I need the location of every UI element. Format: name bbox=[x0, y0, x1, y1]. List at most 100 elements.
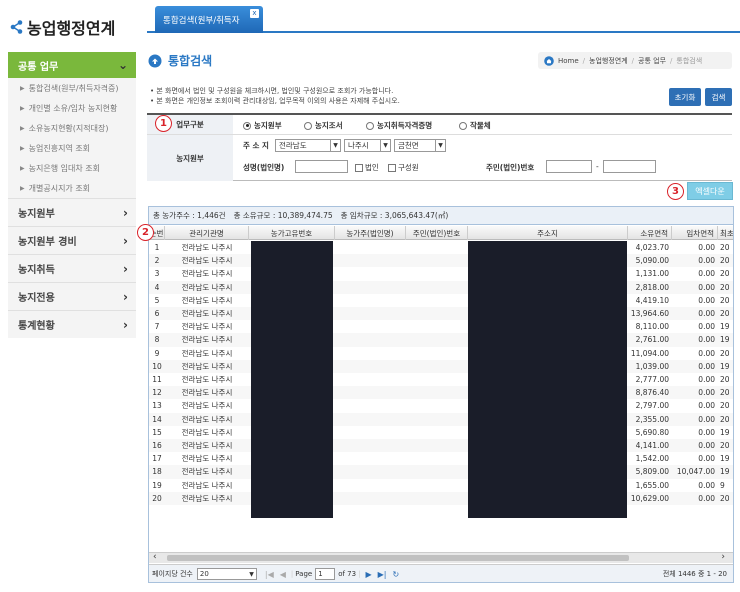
sidebar-subitem-farmland-bank[interactable]: ▶ 농지은행 임대차 조회 bbox=[8, 158, 136, 178]
scroll-right-icon[interactable]: › bbox=[721, 552, 725, 562]
sidebar-subitem-owned-land[interactable]: ▶ 소유농지현황(지적대장) bbox=[8, 118, 136, 138]
table-row[interactable]: 2 전라남도 나주시 5,090.00 0.00 20 bbox=[149, 254, 733, 268]
col-header-agency[interactable]: 관리기관명 bbox=[165, 226, 249, 240]
first-page-icon[interactable]: |◀ bbox=[265, 570, 274, 579]
breadcrumb-item[interactable]: 공통 업무 bbox=[638, 56, 666, 66]
scrollbar-thumb[interactable] bbox=[167, 555, 629, 561]
table-row[interactable]: 6 전라남도 나주시 13,964.60 0.00 20 bbox=[149, 307, 733, 321]
sidebar-subitem-promotion-area[interactable]: ▶ 농업진흥지역 조회 bbox=[8, 138, 136, 158]
radio-label: 농지원부 bbox=[254, 121, 282, 130]
sidebar-subitem-individual-status[interactable]: ▶ 개인별 소유/임차 농지현황 bbox=[8, 98, 136, 118]
corp-checkbox[interactable]: 법인 bbox=[355, 162, 379, 173]
sidebar-menu-farmland-register[interactable]: 농지원부 › bbox=[8, 198, 136, 226]
scroll-left-icon[interactable]: ‹ bbox=[153, 552, 157, 562]
table-row[interactable]: 18 전라남도 나주시 5,809.00 10,047.00 19 bbox=[149, 465, 733, 479]
refresh-icon[interactable]: ↻ bbox=[392, 570, 399, 579]
last-page-icon[interactable]: ▶| bbox=[378, 570, 387, 579]
member-checkbox[interactable]: 구성원 bbox=[388, 162, 419, 173]
radio-crop[interactable]: 작물체 bbox=[459, 120, 491, 131]
radio-farmland-survey[interactable]: 농지조서 bbox=[304, 120, 343, 131]
tab-integrated-search[interactable]: 통합검색(원부/취득자 x bbox=[155, 6, 263, 33]
table-row[interactable]: 17 전라남도 나주시 1,542.00 0.00 19 bbox=[149, 452, 733, 465]
search-button[interactable]: 검색 bbox=[705, 88, 732, 106]
cell-agency: 전라남도 나주시 bbox=[181, 480, 233, 490]
eupmyeon-select[interactable]: 금천면 ▼ bbox=[394, 139, 446, 152]
col-header-farm-id[interactable]: 농가고유번호 bbox=[249, 226, 335, 240]
chevron-down-icon: ⌄ bbox=[117, 58, 128, 72]
reg-number-front-input[interactable] bbox=[546, 160, 592, 173]
cell-first: 19 bbox=[720, 427, 730, 437]
table-row[interactable]: 14 전라남도 나주시 2,355.00 0.00 20 bbox=[149, 412, 733, 426]
table-row[interactable]: 7 전라남도 나주시 8,110.00 0.00 19 bbox=[149, 320, 733, 333]
cell-seq: 3 bbox=[154, 269, 160, 279]
col-header-owner[interactable]: 농가주(법인명) bbox=[335, 226, 406, 240]
marker-1: 1 bbox=[155, 115, 172, 132]
page-input[interactable]: 1 bbox=[315, 568, 336, 580]
form-label-section-text: 농지원부 bbox=[176, 153, 204, 163]
close-icon[interactable]: x bbox=[250, 9, 259, 18]
breadcrumb-item[interactable]: 농업행정연계 bbox=[589, 56, 628, 66]
cell-lease-area: 0.00 bbox=[698, 269, 715, 279]
cell-agency: 전라남도 나주시 bbox=[181, 309, 233, 319]
sido-select[interactable]: 전라남도 ▼ bbox=[275, 139, 341, 152]
sigungu-select[interactable]: 나주시 ▼ bbox=[344, 139, 391, 152]
table-row[interactable]: 19 전라남도 나주시 1,655.00 0.00 9 bbox=[149, 479, 733, 492]
prev-page-icon[interactable]: ◀ bbox=[280, 570, 286, 579]
horizontal-scrollbar[interactable]: ‹ › bbox=[149, 552, 733, 563]
cell-own-area: 10,629.00 bbox=[630, 493, 669, 503]
table-row[interactable]: 16 전라남도 나주시 4,141.00 0.00 20 bbox=[149, 439, 733, 453]
sidebar-subitem-integrated-search[interactable]: ▶ 통합검색(원부/취득자격증) bbox=[8, 78, 136, 98]
sidebar-menu-register-expense[interactable]: 농지원부 경비 › bbox=[8, 226, 136, 254]
table-row[interactable]: 11 전라남도 나주시 2,777.00 0.00 20 bbox=[149, 373, 733, 386]
table-row[interactable]: 4 전라남도 나주시 2,818.00 0.00 20 bbox=[149, 280, 733, 294]
cell-own-area: 2,797.00 bbox=[635, 401, 669, 411]
table-row[interactable]: 5 전라남도 나주시 4,419.10 0.00 20 bbox=[149, 294, 733, 307]
form-label-type-text: 업무구분 bbox=[176, 120, 204, 129]
cell-agency: 전라남도 나주시 bbox=[181, 414, 233, 424]
table-row[interactable]: 8 전라남도 나주시 2,761.00 0.00 19 bbox=[149, 333, 733, 347]
per-page-select[interactable]: 20 ▼ bbox=[196, 568, 257, 580]
table-row[interactable]: 20 전라남도 나주시 10,629.00 0.00 20 bbox=[149, 491, 733, 505]
table-row[interactable]: 13 전라남도 나주시 2,797.00 0.00 20 bbox=[149, 399, 733, 412]
col-header-lease-area[interactable]: 임차면적 bbox=[672, 226, 718, 240]
reg-number-back-input[interactable] bbox=[603, 160, 656, 173]
table-row[interactable]: 1 전라남도 나주시 4,023.70 0.00 20 bbox=[149, 241, 733, 254]
sidebar-menu-conversion[interactable]: 농지전용 › bbox=[8, 282, 136, 310]
next-page-icon[interactable]: ▶ bbox=[365, 570, 371, 579]
cell-first: 20 bbox=[720, 388, 730, 398]
cell-agency: 전라남도 나주시 bbox=[181, 454, 233, 464]
app-logo[interactable]: 농업행정연계 bbox=[10, 8, 135, 46]
cell-own-area: 4,023.70 bbox=[635, 243, 669, 253]
table-row[interactable]: 15 전라남도 나주시 5,690.80 0.00 19 bbox=[149, 426, 733, 439]
radio-acquisition-cert[interactable]: 농지취득자격증명 bbox=[366, 120, 432, 131]
cell-lease-area: 0.00 bbox=[698, 480, 715, 490]
table-row[interactable]: 3 전라남도 나주시 1,131.00 0.00 20 bbox=[149, 267, 733, 280]
redacted-address bbox=[468, 241, 627, 518]
table-row[interactable]: 10 전라남도 나주시 1,039.00 0.00 19 bbox=[149, 359, 733, 373]
checkbox-box bbox=[355, 163, 363, 172]
chevron-right-icon: › bbox=[123, 317, 128, 332]
col-header-reg-number[interactable]: 주민(법인)번호 bbox=[406, 226, 468, 240]
radio-dot bbox=[459, 121, 467, 130]
col-header-address[interactable]: 주소지 bbox=[468, 226, 628, 240]
checkbox-box bbox=[388, 163, 396, 172]
excel-download-button[interactable]: 엑셀다운 bbox=[687, 182, 733, 200]
reset-button[interactable]: 초기화 bbox=[669, 88, 701, 106]
cell-seq: 8 bbox=[154, 335, 160, 345]
home-icon[interactable] bbox=[544, 55, 554, 66]
cell-first: 20 bbox=[720, 282, 730, 292]
sidebar-menu-acquisition[interactable]: 농지취득 › bbox=[8, 254, 136, 282]
summary-farmers: 총 농가주수 : 1,446건 bbox=[153, 211, 226, 220]
col-header-first[interactable]: 최초 bbox=[718, 226, 733, 240]
sidebar-menu-common[interactable]: 공통 업무 ⌄ bbox=[8, 52, 136, 78]
table-row[interactable]: 12 전라남도 나주시 8,876.40 0.00 20 bbox=[149, 386, 733, 400]
table-row[interactable]: 9 전라남도 나주시 11,094.00 0.00 20 bbox=[149, 347, 733, 360]
sidebar-menu-statistics[interactable]: 통계현황 › bbox=[8, 310, 136, 338]
cell-agency: 전라남도 나주시 bbox=[181, 243, 233, 253]
sidebar-active-group: 공통 업무 ⌄ ▶ 통합검색(원부/취득자격증) ▶ 개인별 소유/임차 농지현황 … bbox=[8, 52, 136, 198]
breadcrumb-home[interactable]: Home bbox=[558, 57, 579, 65]
col-header-own-area[interactable]: 소유면적 bbox=[628, 226, 672, 240]
radio-farmland-register[interactable]: 농지원부 bbox=[243, 120, 282, 131]
name-input[interactable] bbox=[295, 160, 348, 173]
sidebar-subitem-land-price[interactable]: ▶ 개별공시지가 조회 bbox=[8, 178, 136, 198]
